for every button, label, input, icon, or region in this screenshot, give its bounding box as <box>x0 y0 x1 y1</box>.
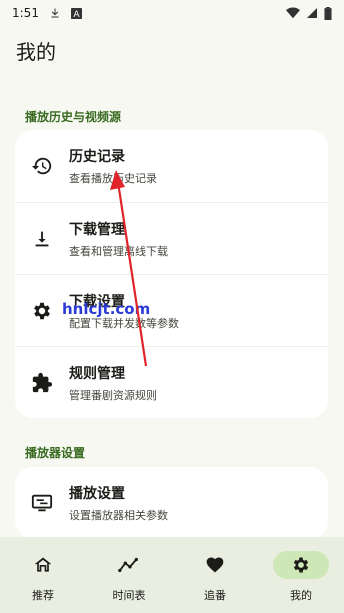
settings-card-player: 播放设置 设置播放器相关参数 <box>15 467 328 539</box>
section-header-player-settings: 播放器设置 <box>25 446 86 460</box>
nav-item-mine[interactable]: 我的 <box>258 537 344 603</box>
settings-card-history-sources: 历史记录 查看播放历史记录 下载管理 查看和管理离线下载 下载设置 配置下载并发… <box>15 130 328 418</box>
history-title: 历史记录 <box>69 149 125 165</box>
rules-manage-title: 规则管理 <box>69 365 125 382</box>
player-settings-item[interactable]: 播放设置 设置播放器相关参数 <box>15 467 328 539</box>
download-manage-subtitle: 查看和管理离线下载 <box>69 244 168 258</box>
player-settings-subtitle: 设置播放器相关参数 <box>69 509 168 522</box>
player-settings-title: 播放设置 <box>69 486 125 502</box>
a-notification-icon: A <box>70 7 82 19</box>
history-item[interactable]: 历史记录 查看播放历史记录 <box>15 130 328 202</box>
section-header-history-sources: 播放历史与视频源 <box>25 110 122 124</box>
page-title: 我的 <box>16 40 56 64</box>
signal-icon <box>306 7 318 19</box>
nav-label-timeline: 时间表 <box>112 589 146 602</box>
download-icon <box>31 228 53 250</box>
status-bar: 1:51 A <box>0 0 344 26</box>
timeline-icon <box>101 551 157 579</box>
history-icon <box>31 155 53 177</box>
svg-text:A: A <box>73 9 80 19</box>
gear-icon <box>273 551 329 579</box>
nav-label-recommend: 推荐 <box>32 589 54 602</box>
player-settings-icon <box>31 492 53 514</box>
nav-label-follow: 追番 <box>204 589 226 602</box>
nav-item-recommend[interactable]: 推荐 <box>0 537 86 603</box>
nav-label-mine: 我的 <box>290 589 312 602</box>
nav-item-timeline[interactable]: 时间表 <box>86 537 172 603</box>
rules-manage-item[interactable]: 规则管理 管理番剧资源规则 <box>15 346 328 418</box>
rules-manage-subtitle: 管理番剧资源规则 <box>69 388 157 402</box>
wifi-icon <box>286 7 300 19</box>
history-subtitle: 查看播放历史记录 <box>69 172 157 185</box>
heart-icon <box>187 551 243 579</box>
battery-icon <box>324 6 332 20</box>
watermark: hnlcjt.com <box>62 300 151 318</box>
download-manage-item[interactable]: 下载管理 查看和管理离线下载 <box>15 202 328 274</box>
bottom-navigation: 推荐 时间表 追番 我的 <box>0 537 344 613</box>
nav-item-follow[interactable]: 追番 <box>172 537 258 603</box>
download-icon <box>49 7 61 19</box>
gear-icon <box>31 300 53 322</box>
puzzle-icon <box>31 372 53 394</box>
home-icon <box>15 551 71 579</box>
download-manage-title: 下载管理 <box>69 221 125 238</box>
status-time: 1:51 <box>12 6 39 20</box>
